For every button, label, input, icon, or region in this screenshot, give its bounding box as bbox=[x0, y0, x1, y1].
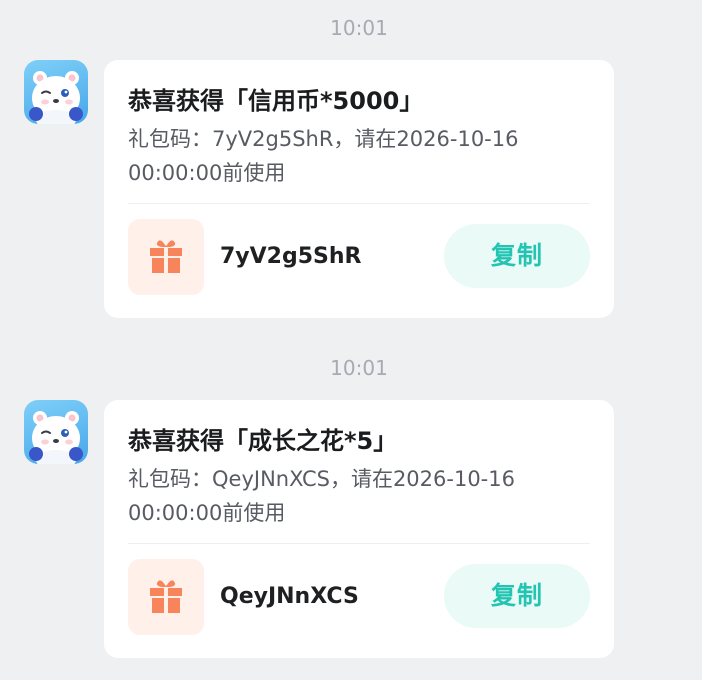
gift-icon-box bbox=[128, 559, 204, 635]
chat-message-group: 10:01 恭喜获得「成长之花*5」 礼包码：QeyJNnXCS，请在2026-… bbox=[0, 340, 702, 680]
bear-mascot-avatar[interactable] bbox=[24, 400, 88, 464]
gift-code-card: 恭喜获得「成长之花*5」 礼包码：QeyJNnXCS，请在2026-10-16 … bbox=[104, 400, 614, 658]
gift-code-text: 7yV2g5ShR bbox=[220, 244, 362, 269]
chat-message-group: 10:01 恭喜获得「信用币*5000」 礼包码：7yV2g5ShR，请在202… bbox=[0, 0, 702, 340]
gift-icon bbox=[150, 580, 182, 613]
card-description: 礼包码：QeyJNnXCS，请在2026-10-16 00:00:00前使用 bbox=[128, 467, 515, 525]
gift-icon bbox=[150, 240, 182, 273]
message-timestamp: 10:01 bbox=[330, 356, 388, 380]
gift-icon-box bbox=[128, 219, 204, 295]
message-timestamp: 10:01 bbox=[330, 16, 388, 40]
divider bbox=[128, 543, 590, 544]
gift-code-text: QeyJNnXCS bbox=[220, 584, 359, 609]
card-title: 恭喜获得「成长之花*5」 bbox=[128, 427, 398, 455]
divider bbox=[128, 203, 590, 204]
bear-mascot-avatar[interactable] bbox=[24, 60, 88, 124]
copy-button[interactable]: 复制 bbox=[444, 224, 590, 288]
gift-code-card: 恭喜获得「信用币*5000」 礼包码：7yV2g5ShR，请在2026-10-1… bbox=[104, 60, 614, 318]
copy-button[interactable]: 复制 bbox=[444, 564, 590, 628]
card-title: 恭喜获得「信用币*5000」 bbox=[128, 87, 424, 115]
card-description: 礼包码：7yV2g5ShR，请在2026-10-16 00:00:00前使用 bbox=[128, 127, 519, 185]
